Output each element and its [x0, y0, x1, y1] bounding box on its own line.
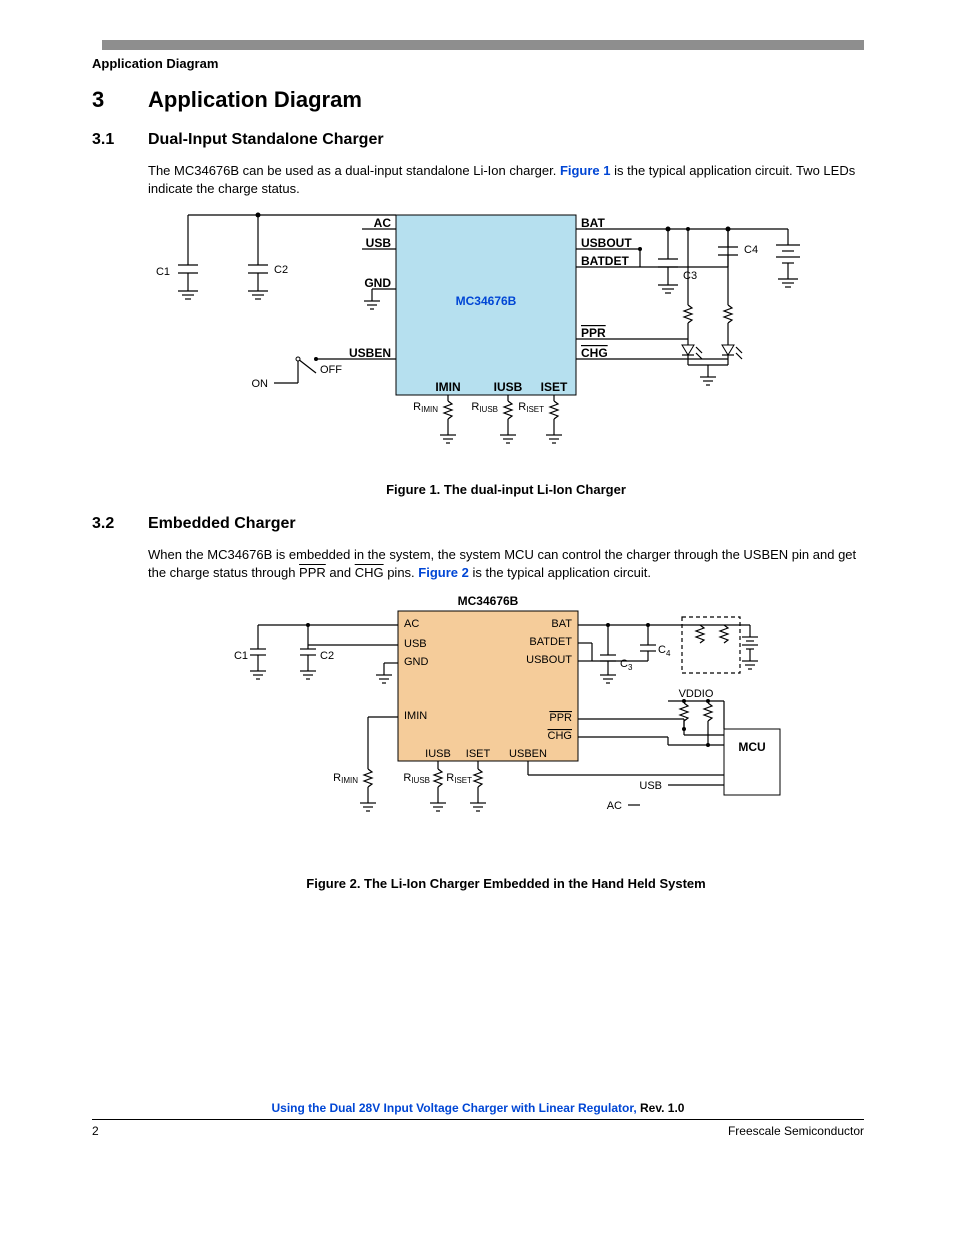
svg-text:C3: C3: [620, 658, 633, 672]
svg-text:MC34676B: MC34676B: [458, 594, 519, 608]
svg-text:RIUSB: RIUSB: [471, 401, 498, 414]
svg-text:AC: AC: [607, 800, 622, 812]
subsection-heading: 3.2Embedded Charger: [92, 515, 864, 533]
circuit-diagram-2: MC34676B AC USB GND IMIN BAT BATDET USBO…: [148, 589, 788, 869]
footer-rev: Rev. 1.0: [640, 1101, 684, 1115]
svg-text:C2: C2: [320, 650, 334, 662]
page-footer: Using the Dual 28V Input Voltage Charger…: [92, 1101, 864, 1138]
section-number: 3: [92, 87, 148, 113]
svg-text:C1: C1: [156, 266, 170, 278]
svg-text:C1: C1: [234, 650, 248, 662]
svg-text:RISET: RISET: [446, 772, 472, 785]
running-header: Application Diagram: [92, 56, 864, 71]
svg-text:BAT: BAT: [581, 216, 605, 230]
header-rule: [102, 40, 864, 50]
svg-text:VDDIO: VDDIO: [679, 688, 714, 700]
svg-text:USB: USB: [404, 638, 427, 650]
svg-text:USBOUT: USBOUT: [526, 654, 572, 666]
svg-text:MCU: MCU: [738, 740, 765, 754]
svg-text:AC: AC: [374, 216, 392, 230]
svg-text:CHG: CHG: [548, 730, 572, 742]
svg-text:BATDET: BATDET: [581, 254, 629, 268]
text: is the typical application circuit.: [469, 565, 651, 580]
subsection-title: Embedded Charger: [148, 515, 296, 532]
svg-text:USB: USB: [366, 236, 392, 250]
svg-text:USBEN: USBEN: [349, 346, 391, 360]
svg-text:C4: C4: [744, 244, 758, 256]
svg-text:IUSB: IUSB: [425, 748, 451, 760]
svg-text:MC34676B: MC34676B: [456, 294, 517, 308]
paragraph: When the MC34676B is embedded in the sys…: [148, 546, 864, 581]
text: pins.: [384, 565, 419, 580]
svg-text:C3: C3: [683, 270, 697, 282]
figure-1: MC34676B AC USB GND USBEN BAT USBOUT BAT…: [148, 205, 864, 497]
text-overline: CHG: [355, 565, 384, 580]
text: and: [326, 565, 355, 580]
svg-text:OFF: OFF: [320, 364, 342, 376]
figure-caption: Figure 1. The dual-input Li-Ion Charger: [148, 482, 864, 497]
svg-text:PPR: PPR: [549, 712, 572, 724]
svg-text:USB: USB: [639, 780, 662, 792]
company-name: Freescale Semiconductor: [728, 1124, 864, 1138]
svg-text:ISET: ISET: [466, 748, 491, 760]
svg-text:BAT: BAT: [551, 618, 572, 630]
footer-doc-link[interactable]: Using the Dual 28V Input Voltage Charger…: [272, 1101, 641, 1115]
svg-text:IMIN: IMIN: [404, 710, 427, 722]
subsection-number: 3.2: [92, 515, 148, 533]
page-number: 2: [92, 1124, 99, 1138]
footer-rule: [92, 1119, 864, 1120]
svg-text:ON: ON: [252, 378, 269, 390]
paragraph: The MC34676B can be used as a dual-input…: [148, 162, 864, 197]
text: The MC34676B can be used as a dual-input…: [148, 163, 560, 178]
svg-text:RIUSB: RIUSB: [403, 772, 430, 785]
section-heading: 3Application Diagram: [92, 87, 864, 113]
svg-text:C4: C4: [658, 644, 671, 658]
svg-text:RISET: RISET: [518, 401, 544, 414]
svg-text:GND: GND: [404, 656, 429, 668]
svg-text:RIMIN: RIMIN: [413, 401, 438, 414]
section-title: Application Diagram: [148, 87, 362, 112]
svg-text:AC: AC: [404, 618, 419, 630]
figure-2: MC34676B AC USB GND IMIN BAT BATDET USBO…: [148, 589, 864, 891]
circuit-diagram-1: MC34676B AC USB GND USBEN BAT USBOUT BAT…: [148, 205, 808, 475]
svg-text:PPR: PPR: [581, 326, 606, 340]
subsection-title: Dual-Input Standalone Charger: [148, 131, 384, 148]
document-page: Application Diagram 3Application Diagram…: [0, 0, 954, 1160]
svg-text:RIMIN: RIMIN: [333, 772, 358, 785]
svg-text:USBOUT: USBOUT: [581, 236, 632, 250]
figure-xref[interactable]: Figure 1: [560, 163, 611, 178]
svg-text:CHG: CHG: [581, 346, 608, 360]
figure-caption: Figure 2. The Li-Ion Charger Embedded in…: [148, 876, 864, 891]
svg-text:C2: C2: [274, 264, 288, 276]
subsection-number: 3.1: [92, 131, 148, 149]
svg-text:BATDET: BATDET: [529, 636, 572, 648]
svg-text:GND: GND: [364, 276, 391, 290]
svg-text:IMIN: IMIN: [435, 380, 460, 394]
figure-xref[interactable]: Figure 2: [418, 565, 469, 580]
svg-text:ISET: ISET: [541, 380, 568, 394]
text-overline: PPR: [299, 565, 326, 580]
subsection-heading: 3.1Dual-Input Standalone Charger: [92, 131, 864, 149]
svg-text:IUSB: IUSB: [494, 380, 523, 394]
svg-text:USBEN: USBEN: [509, 748, 547, 760]
